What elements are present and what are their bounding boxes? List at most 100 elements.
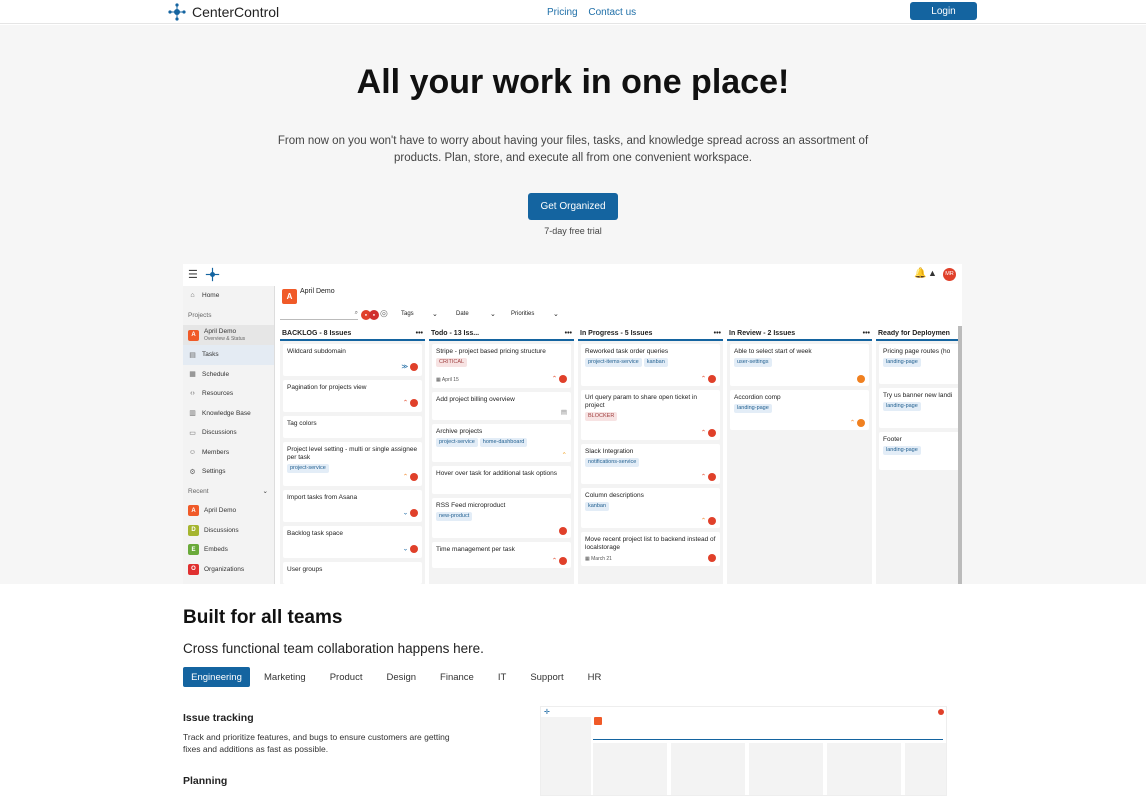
tab-support[interactable]: Support (516, 667, 573, 687)
tab-product[interactable]: Product (316, 667, 373, 687)
assignee-avatar[interactable]: ● (369, 310, 379, 320)
column-body: Stripe - project based pricing structure… (429, 341, 574, 584)
task-card[interactable]: Accordion comp landing-page ⌃ (730, 390, 869, 430)
task-card[interactable]: Time management per task ⌃ (432, 542, 571, 568)
card-meta: ⌃ (701, 517, 716, 526)
task-card[interactable]: Stripe - project based pricing structure… (432, 344, 571, 388)
board-column-backlog: BACKLOG - 8 Issues ••• Wildcard subdomain… (280, 327, 425, 584)
more-icon[interactable]: ••• (863, 330, 870, 337)
sidebar-item-label: Schedule (202, 370, 230, 378)
board-scrollbar[interactable] (958, 326, 962, 584)
task-card[interactable]: Column descriptions kanban ⌃ (581, 488, 720, 528)
nav-link-contact[interactable]: Contact us (588, 7, 636, 18)
task-card[interactable]: Backlog task space ⌄ (283, 526, 422, 558)
recent-project-item[interactable]: D Discussions (183, 521, 274, 541)
brand-icon (168, 3, 186, 21)
preview-column (671, 743, 745, 795)
filter-tags[interactable]: Tags (401, 311, 414, 317)
tab-finance[interactable]: Finance (426, 667, 484, 687)
chevron-down-icon[interactable]: ⌄ (553, 310, 559, 318)
card-date: ▦ March 21 (585, 555, 612, 563)
task-card[interactable]: Slack Integration notifications-service ⌃ (581, 444, 720, 484)
task-card[interactable]: Hover over task for additional task opti… (432, 466, 571, 494)
sidebar-recent-header[interactable]: Recent ⌄ (183, 482, 274, 502)
sidebar-item-settings[interactable]: ⚙ Settings (183, 462, 274, 482)
tab-hr[interactable]: HR (574, 667, 612, 687)
sidebar-item-discussions[interactable]: ▭ Discussions (183, 423, 274, 443)
preview-sidebar (541, 717, 591, 795)
brand-logo[interactable]: CenterControl (168, 3, 279, 21)
rocket-icon[interactable]: ▲ (928, 268, 937, 278)
task-card[interactable]: Url query param to share open ticket in … (581, 390, 720, 440)
feature-title[interactable]: Issue tracking (183, 712, 254, 724)
login-button[interactable]: Login (910, 2, 977, 20)
assignee-avatar (410, 399, 418, 408)
recent-project-item[interactable]: E Embeds (183, 540, 274, 560)
tag: project-service (436, 438, 478, 447)
task-card[interactable]: Footer landing-page (879, 432, 962, 470)
assignee-avatar (708, 473, 716, 482)
task-card[interactable]: Move recent project list to backend inst… (581, 532, 720, 566)
calendar-icon: ▦ (189, 371, 196, 379)
chevron-down-icon[interactable]: ⌄ (432, 310, 438, 318)
unassigned-user-icon[interactable]: ◎ (380, 308, 388, 319)
assignee-avatar (708, 517, 716, 526)
task-card[interactable]: Wildcard subdomain ≫ (283, 344, 422, 376)
column-title: Todo - 13 Iss... (431, 329, 480, 337)
task-card[interactable]: Reworked task order queries project-items… (581, 344, 720, 386)
task-card[interactable]: Able to select start of week user-setting… (730, 344, 869, 386)
assignee-avatar (708, 554, 716, 563)
sidebar-item-label: Members (202, 448, 230, 456)
tab-it[interactable]: IT (484, 667, 516, 687)
task-card[interactable]: Pagination for projects view ⌃ (283, 380, 422, 412)
sidebar-item-knowledge-base[interactable]: ▥ Knowledge Base (183, 404, 274, 424)
bell-icon[interactable]: 🔔 (914, 268, 926, 279)
recent-project-item[interactable]: O Organizations (183, 560, 274, 580)
more-icon[interactable]: ••• (565, 330, 572, 337)
task-card[interactable]: Tag colors (283, 416, 422, 438)
sidebar-item-tasks[interactable]: ▤ Tasks (183, 345, 274, 365)
task-card[interactable]: Pricing page routes (ho landing-page (879, 344, 962, 384)
get-organized-button[interactable]: Get Organized (528, 193, 618, 220)
task-card[interactable]: Add project billing overview ▤ (432, 392, 571, 420)
tab-marketing[interactable]: Marketing (250, 667, 316, 687)
task-card[interactable]: User groups (283, 562, 422, 584)
app-topbar: ☰ 🔔 ▲ MR (183, 264, 962, 286)
assignee-avatar (857, 375, 865, 384)
search-input[interactable]: ⌕ (280, 310, 358, 320)
recent-project-item[interactable]: A April Demo (183, 501, 274, 521)
card-meta: ⌃ (552, 375, 567, 384)
filter-priorities[interactable]: Priorities (511, 311, 534, 317)
task-card[interactable]: RSS Feed microproduct new-product (432, 498, 571, 538)
menu-icon[interactable]: ☰ (188, 268, 198, 281)
project-name: April Demo (204, 327, 237, 335)
more-icon[interactable]: ••• (714, 330, 721, 337)
sidebar-item-resources[interactable]: ‹› Resources (183, 384, 274, 404)
sidebar-item-home[interactable]: ⌂ Home (183, 286, 274, 306)
more-icon[interactable]: ••• (416, 330, 423, 337)
tab-engineering[interactable]: Engineering (183, 667, 250, 687)
card-title: Url query param to share open ticket in … (585, 394, 697, 409)
card-meta: ⌃ (701, 473, 716, 482)
top-nav: CenterControl Pricing Contact us Login (0, 0, 1146, 24)
user-avatar[interactable]: MR (943, 268, 956, 281)
card-meta (559, 527, 567, 536)
sidebar-item-members[interactable]: ☺ Members (183, 443, 274, 463)
task-card[interactable]: Import tasks from Asana ⌄ (283, 490, 422, 522)
task-card[interactable]: Project level setting - multi or single … (283, 442, 422, 486)
sidebar-project-current[interactable]: A April Demo Overview & Status (183, 325, 274, 345)
project-avatar-large: A (282, 289, 297, 304)
tab-design[interactable]: Design (372, 667, 426, 687)
filter-date[interactable]: Date (456, 311, 469, 317)
assignee-avatar (410, 509, 418, 518)
task-card[interactable]: Archive projects project-service home-dash… (432, 424, 571, 462)
assignee-avatar (559, 557, 567, 566)
chevron-down-icon[interactable]: ⌄ (490, 310, 496, 318)
nav-link-pricing[interactable]: Pricing (547, 7, 578, 18)
sidebar-item-schedule[interactable]: ▦ Schedule (183, 365, 274, 385)
preview-project-avatar (594, 717, 602, 725)
priority-medium-icon: ⌃ (849, 420, 856, 427)
feature-title[interactable]: Planning (183, 775, 227, 787)
task-card[interactable]: Try us banner new landi landing-page (879, 388, 962, 428)
sidebar-item-label: Resources (202, 390, 234, 398)
